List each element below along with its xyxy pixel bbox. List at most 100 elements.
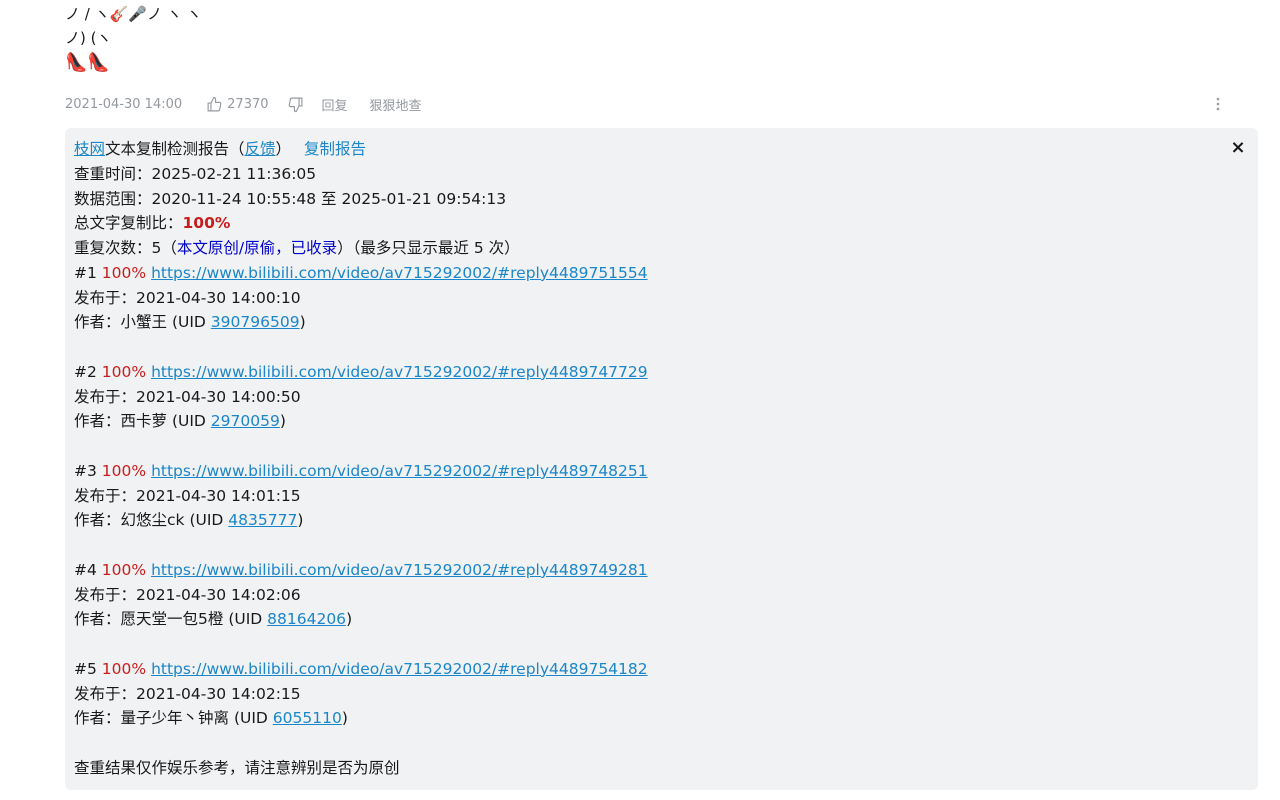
uid-close: )	[341, 709, 348, 728]
published-label: 发布于：	[74, 288, 137, 307]
entry-link[interactable]: https://www.bilibili.com/video/av7152920…	[151, 660, 648, 678]
published-value: 2021-04-30 14:00:10	[136, 288, 301, 307]
range-value: 2020-11-24 10:55:48 至 2025-01-21 09:54:1…	[151, 189, 507, 208]
close-icon[interactable]: ×	[1228, 138, 1248, 158]
feedback-link[interactable]: 反馈	[245, 140, 276, 158]
brand-link[interactable]: 枝网	[74, 140, 105, 158]
like-button[interactable]: 27370	[206, 96, 269, 113]
check-time-row: 查重时间：2025-02-21 11:36:05	[74, 162, 1249, 187]
entry-header: #3 100% https://www.bilibili.com/video/a…	[74, 459, 1249, 484]
entry-link[interactable]: https://www.bilibili.com/video/av7152920…	[151, 561, 648, 579]
ratio-label: 总文字复制比：	[74, 214, 183, 233]
more-vertical-icon[interactable]	[1211, 92, 1225, 116]
uid-link[interactable]: 88164206	[267, 610, 346, 628]
range-label: 数据范围：	[74, 189, 152, 208]
high-heel-icon: 👠	[65, 52, 88, 73]
repeat-note: 本文原创/原偷，已收录	[176, 239, 338, 257]
uid-open: (UID	[171, 313, 211, 332]
report-header: 枝网文本复制检测报告（反馈） 复制报告	[74, 137, 1249, 162]
repeat-open: （	[161, 239, 177, 257]
entry-percent: 100%	[101, 263, 147, 282]
entry-index: #3	[74, 461, 97, 480]
entry-author: 作者：愿天堂一包5橙 (UID 88164206)	[74, 607, 1249, 632]
author-name: 小蟹王	[120, 313, 168, 332]
entry-index: #1	[74, 263, 97, 282]
uid-open: (UID	[233, 709, 273, 728]
author-name: 幻悠尘ck	[120, 511, 185, 530]
entry-link[interactable]: https://www.bilibili.com/video/av7152920…	[151, 264, 648, 282]
thumbs-up-icon	[207, 96, 222, 111]
author-label: 作者：	[74, 610, 121, 629]
author-label: 作者：	[74, 511, 121, 530]
uid-close: )	[299, 313, 306, 332]
check-time-value: 2025-02-21 11:36:05	[151, 164, 317, 183]
entry-percent: 100%	[101, 461, 147, 480]
entry-author: 作者：西卡萝 (UID 2970059)	[74, 409, 1249, 434]
ratio-row: 总文字复制比：100%	[74, 211, 1249, 236]
uid-open: (UID	[228, 610, 268, 629]
reply-button[interactable]: 回复	[322, 95, 348, 114]
entry-link[interactable]: https://www.bilibili.com/video/av7152920…	[151, 363, 648, 381]
entry-header: #5 100% https://www.bilibili.com/video/a…	[74, 657, 1249, 682]
comment-body: ノ / ヽ🎸🎤ノ ヽ ヽ ノ) (ヽ 👠👠	[65, 0, 1165, 76]
repeat-label: 重复次数：	[74, 239, 152, 257]
entry-published: 发布于：2021-04-30 14:01:15	[74, 484, 1249, 509]
entry-published: 发布于：2021-04-30 14:00:10	[74, 286, 1249, 311]
ascii-art-line-1: ノ / ヽ🎸🎤ノ ヽ ヽ	[65, 2, 1165, 26]
entry-published: 发布于：2021-04-30 14:02:06	[74, 583, 1249, 608]
uid-close: )	[279, 412, 286, 431]
entry-header: #4 100% https://www.bilibili.com/video/a…	[74, 558, 1249, 583]
published-label: 发布于：	[74, 684, 137, 703]
repeat-count: 5	[151, 239, 162, 257]
entry-author: 作者：量子少年丶钟离 (UID 6055110)	[74, 706, 1249, 731]
author-label: 作者：	[74, 313, 121, 332]
published-value: 2021-04-30 14:01:15	[136, 486, 301, 505]
entry-published: 发布于：2021-04-30 14:00:50	[74, 385, 1249, 410]
ascii-art-text: ノ ヽ ヽ	[146, 5, 202, 23]
author-label: 作者：	[74, 412, 121, 431]
uid-link[interactable]: 4835777	[228, 511, 297, 529]
entry-percent: 100%	[101, 659, 147, 678]
entry-link[interactable]: https://www.bilibili.com/video/av7152920…	[151, 462, 648, 480]
uid-open: (UID	[171, 412, 211, 431]
uid-close: )	[346, 610, 353, 629]
author-label: 作者：	[74, 709, 121, 728]
dislike-button[interactable]	[287, 96, 304, 113]
comment-action-bar: 2021-04-30 14:00 27370 回复 狠狠地查	[65, 92, 1225, 116]
entry-index: #4	[74, 560, 97, 579]
ratio-value: 100%	[182, 214, 231, 233]
uid-link[interactable]: 6055110	[273, 709, 342, 727]
entry-index: #5	[74, 659, 97, 678]
entry-percent: 100%	[101, 560, 147, 579]
entry-header: #1 100% https://www.bilibili.com/video/a…	[74, 261, 1249, 286]
report-title: 文本复制检测报告（	[105, 140, 245, 158]
high-heel-icon: 👠	[87, 52, 110, 73]
author-name: 愿天堂一包5橙	[120, 610, 224, 629]
range-row: 数据范围：2020-11-24 10:55:48 至 2025-01-21 09…	[74, 187, 1249, 212]
report-title-close: ）	[275, 140, 292, 158]
duplicate-report-panel: × 枝网文本复制检测报告（反馈） 复制报告 查重时间：2025-02-21 11…	[65, 128, 1258, 790]
microphone-icon: 🎤	[128, 5, 147, 23]
uid-link[interactable]: 2970059	[211, 412, 280, 430]
published-label: 发布于：	[74, 387, 137, 406]
check-duplicate-button[interactable]: 狠狠地查	[370, 95, 422, 114]
author-name: 量子少年丶钟离	[120, 709, 230, 728]
copy-report-button[interactable]: 复制报告	[304, 140, 366, 158]
uid-link[interactable]: 390796509	[211, 313, 300, 331]
entry-index: #2	[74, 362, 97, 381]
entry-published: 发布于：2021-04-30 14:02:15	[74, 682, 1249, 707]
repeat-row: 重复次数：5（本文原创/原偷，已收录）（最多只显示最近 5 次）	[74, 236, 1249, 261]
repeat-tail: （最多只显示最近 5 次）	[352, 239, 520, 257]
published-label: 发布于：	[74, 585, 137, 604]
entry-percent: 100%	[101, 362, 147, 381]
uid-open: (UID	[189, 511, 229, 530]
ascii-art-line-2: ノ) (ヽ	[65, 29, 112, 47]
check-time-label: 查重时间：	[74, 164, 152, 183]
repeat-close: ）	[337, 239, 353, 257]
disclaimer: 查重结果仅作娱乐参考，请注意辨别是否为原创	[74, 758, 400, 777]
